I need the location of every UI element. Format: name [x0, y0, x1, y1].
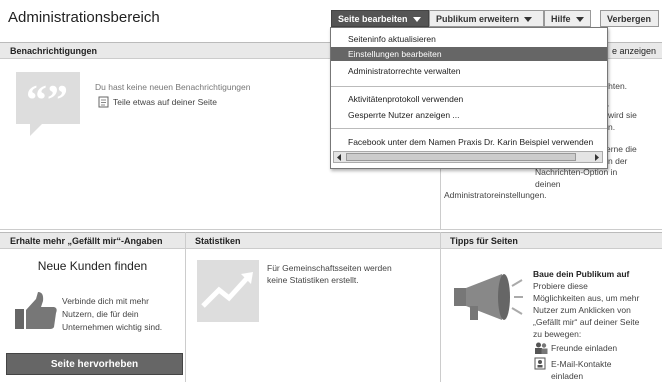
likes-header: Erhalte mehr „Gefällt mir“-Angaben — [0, 232, 185, 249]
stats-text-1: Für Gemeinschaftsseiten werden — [267, 263, 392, 273]
menu-item-update-info[interactable]: Seiteninfo aktualisieren — [331, 32, 607, 46]
help-button[interactable]: Hilfe — [544, 10, 591, 27]
stats-text-2: keine Statistiken erstellt. — [267, 275, 359, 285]
right-panel-line: Administratoreinstellungen. — [444, 190, 547, 200]
page-title: Administrationsbereich — [8, 9, 160, 26]
chevron-down-icon — [412, 17, 421, 23]
menu-item-use-facebook-as-page[interactable]: Facebook unter dem Namen Praxis Dr. Kari… — [331, 135, 607, 149]
tips-line: „Gefällt mir“ auf deiner Seite — [533, 317, 640, 327]
no-notifications-text: Du hast keine neuen Benachrichtigungen — [95, 82, 251, 92]
scroll-left-icon[interactable] — [335, 153, 344, 162]
build-audience-button[interactable]: Publikum erweitern — [429, 10, 544, 27]
tips-line: zu bewegen: — [533, 329, 582, 339]
right-panel-line: n. — [608, 122, 616, 132]
scroll-right-icon[interactable] — [592, 153, 601, 162]
hide-label: Verbergen — [607, 14, 652, 24]
menu-separator — [331, 86, 607, 87]
quote-icon: “” — [16, 72, 80, 136]
horizontal-scrollbar[interactable] — [333, 151, 603, 163]
edit-page-label: Seite bearbeiten — [338, 14, 408, 24]
chart-icon — [197, 260, 259, 322]
stats-header: Statistiken — [185, 232, 440, 249]
thumbs-up-icon — [15, 292, 57, 329]
divider — [185, 232, 186, 382]
email-contacts-icon — [534, 357, 546, 370]
likes-desc-3: Unternehmen wichtig sind. — [62, 322, 163, 332]
invite-friends-link[interactable]: Freunde einladen — [551, 342, 617, 354]
hide-button[interactable]: Verbergen — [600, 10, 659, 27]
menu-item-edit-settings[interactable]: Einstellungen bearbeiten — [331, 47, 607, 61]
show-all-link[interactable]: e anzeigen — [612, 46, 656, 56]
promote-page-button[interactable]: Seite hervorheben — [6, 353, 183, 375]
megaphone-icon — [454, 274, 523, 320]
likes-desc-1: Verbinde dich mit mehr — [62, 296, 149, 306]
divider — [0, 229, 662, 230]
share-something-link[interactable]: Teile etwas auf deiner Seite — [113, 96, 217, 108]
menu-item-manage-admins[interactable]: Administratorrechte verwalten — [331, 64, 607, 78]
menu-item-banned-users[interactable]: Gesperrte Nutzer anzeigen ... — [331, 108, 607, 122]
invite-email-link-2[interactable]: einladen — [551, 370, 583, 382]
tips-heading: Baue dein Publikum auf — [533, 269, 630, 279]
invite-email-link-1[interactable]: E-Mail-Kontakte — [551, 358, 611, 370]
menu-separator — [331, 128, 607, 129]
tips-line: Möglichkeiten aus, um mehr — [533, 293, 640, 303]
build-audience-label: Publikum erweitern — [436, 14, 520, 24]
chevron-down-icon — [524, 17, 533, 23]
right-panel-line: wird sie — [608, 110, 637, 120]
scrollbar-thumb[interactable] — [346, 153, 576, 161]
edit-page-button[interactable]: Seite bearbeiten — [331, 10, 429, 27]
divider — [440, 232, 441, 382]
tips-line: Probiere diese — [533, 281, 588, 291]
note-icon — [98, 96, 109, 108]
svg-text:“”: “” — [26, 78, 68, 124]
likes-heading: Neue Kunden finden — [37, 259, 148, 273]
right-panel-line: erne die — [606, 144, 637, 154]
edit-page-dropdown-menu: Seiteninfo aktualisieren Einstellungen b… — [330, 27, 608, 169]
tips-line: Nutzer zum Anklicken von — [533, 305, 631, 315]
menu-item-activity-log[interactable]: Aktivitätenprotokoll verwenden — [331, 92, 607, 106]
help-label: Hilfe — [551, 14, 571, 24]
chevron-down-icon — [575, 17, 584, 23]
friends-icon — [535, 342, 548, 354]
tips-header: Tipps für Seiten — [440, 232, 662, 249]
likes-desc-2: Nutzern, die für dein — [62, 309, 139, 319]
